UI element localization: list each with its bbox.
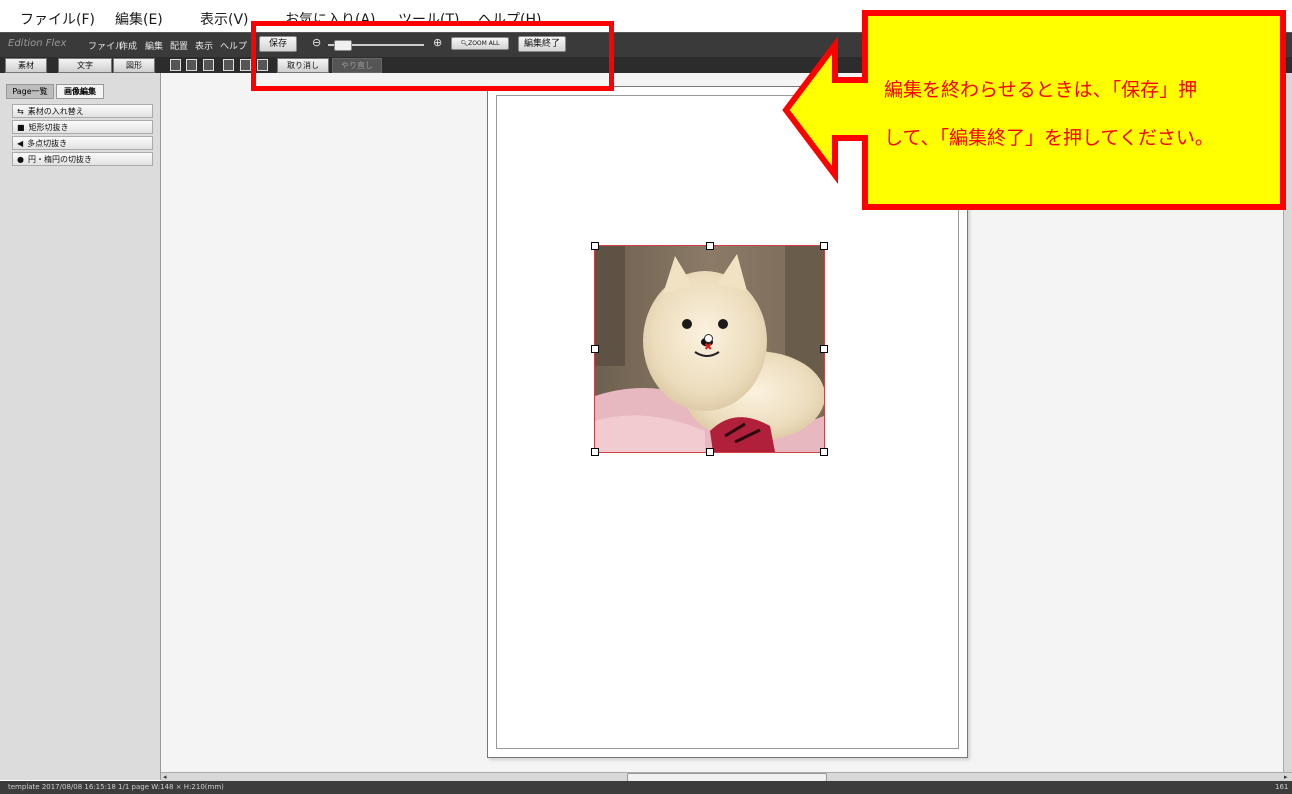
scroll-right-icon[interactable]: ▸ [1284,773,1288,781]
page-icon[interactable] [170,59,181,71]
center-mark-icon: ✖ [704,342,713,353]
resize-handle-nw[interactable] [591,242,599,250]
paste-icon[interactable] [203,59,214,71]
trash-icon[interactable] [240,59,251,71]
left-panel [0,73,161,780]
panel-item-circle-crop[interactable]: ● 円・楕円の切抜き [12,152,153,166]
resize-handle-e[interactable] [820,345,828,353]
panel-item-polygon-crop[interactable]: ◀ 多点切抜き [12,136,153,150]
menu-edit[interactable]: 編集(E) [115,9,163,29]
tab-text[interactable]: 文字 [58,58,112,73]
callout-line-2: して、「編集終了」を押してください。 [884,127,1214,149]
menu-view[interactable]: 表示(V) [200,9,249,29]
app-menu-help[interactable]: ヘルプ [220,39,247,52]
app-menu-create[interactable]: 作成 [119,39,137,52]
panel-item-label: 円・楕円の切抜き [27,155,92,164]
resize-handle-se[interactable] [820,448,828,456]
tab-material[interactable]: 素材 [5,58,47,73]
save-page-icon[interactable] [223,59,234,71]
callout-line-1: 編集を終わらせるときは、「保存」押 [884,79,1198,101]
panel-item-label: 素材の入れ替え [27,107,84,116]
panel-item-label: 多点切抜き [27,139,68,148]
app-menu-layout[interactable]: 配置 [170,39,188,52]
tab-image-edit[interactable]: 画像編集 [56,84,104,99]
panel-item-label: 矩形切抜き [28,123,69,132]
polygon-icon: ◀ [17,139,24,148]
tab-shape[interactable]: 図形 [113,58,155,73]
resize-handle-sw[interactable] [591,448,599,456]
panel-item-rect-crop[interactable]: ■ 矩形切抜き [12,120,153,134]
swap-icon: ⇆ [17,107,24,116]
app-menu-view[interactable]: 表示 [195,39,213,52]
status-text: template 2017/08/08 16:15:18 1/1 page W:… [8,783,224,791]
scroll-left-icon[interactable]: ◂ [163,773,167,781]
app-menu-edit[interactable]: 編集 [145,39,163,52]
square-icon: ■ [17,123,25,132]
status-bar: template 2017/08/08 16:15:18 1/1 page W:… [0,781,1292,794]
app-brand: Edition Flex [8,38,67,49]
copy-icon[interactable] [186,59,197,71]
callout-text: 編集を終わらせるときは、「保存」押 して、「編集終了」を押してください。 [884,66,1264,162]
resize-handle-s[interactable] [706,448,714,456]
menu-file[interactable]: ファイル(F) [20,9,95,29]
resize-handle-w[interactable] [591,345,599,353]
tab-page-list[interactable]: Page一覧 [6,84,54,99]
resize-handle-ne[interactable] [820,242,828,250]
dog-photo[interactable]: ✖ [594,245,825,453]
panel-item-replace[interactable]: ⇆ 素材の入れ替え [12,104,153,118]
circle-icon: ● [17,155,24,164]
highlight-box [251,21,614,91]
status-right: 161 [1275,783,1289,791]
resize-handle-n[interactable] [706,242,714,250]
